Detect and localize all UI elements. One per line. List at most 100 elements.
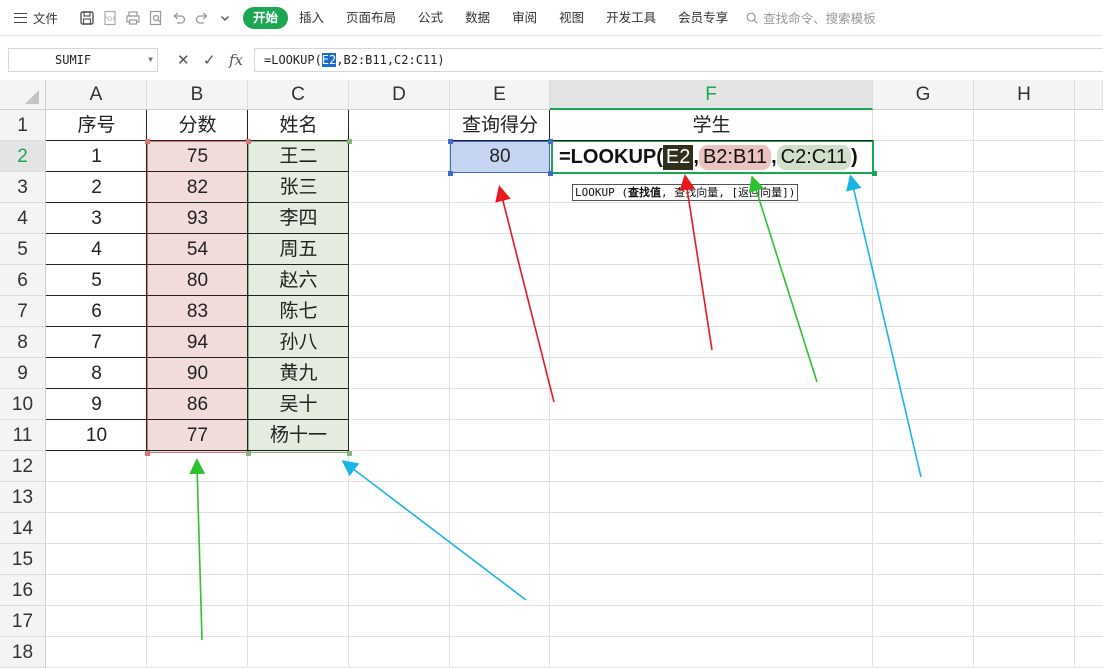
range-handle[interactable] bbox=[145, 451, 150, 456]
header-cell-name[interactable]: 姓名 bbox=[248, 110, 349, 141]
tab-page-layout[interactable]: 页面布局 bbox=[335, 7, 407, 29]
pdf-icon[interactable]: PDF bbox=[101, 9, 118, 26]
name-box[interactable]: SUMIF ▼ bbox=[8, 48, 158, 72]
select-all-corner[interactable] bbox=[0, 80, 46, 110]
command-search[interactable]: 查找命令、搜索模板 bbox=[745, 8, 876, 27]
tab-view[interactable]: 视图 bbox=[548, 7, 595, 29]
row-header-5[interactable]: 5 bbox=[0, 234, 46, 265]
header-cell-student[interactable]: 学生 bbox=[550, 110, 873, 141]
cell-seq[interactable]: 3 bbox=[46, 203, 147, 234]
range-handle[interactable] bbox=[145, 139, 150, 144]
tab-insert[interactable]: 插入 bbox=[288, 7, 335, 29]
cell-name[interactable]: 孙八 bbox=[248, 327, 349, 358]
redo-icon[interactable] bbox=[193, 9, 210, 26]
cell-seq[interactable]: 2 bbox=[46, 172, 147, 203]
cell-name[interactable]: 吴十 bbox=[248, 389, 349, 420]
cell-name[interactable]: 李四 bbox=[248, 203, 349, 234]
range-handle[interactable] bbox=[448, 139, 453, 144]
cell-score[interactable]: 86 bbox=[147, 389, 248, 420]
tab-review[interactable]: 审阅 bbox=[501, 7, 548, 29]
row-header-1[interactable]: 1 bbox=[0, 110, 46, 141]
cell-seq[interactable]: 6 bbox=[46, 296, 147, 327]
cell-seq[interactable]: 1 bbox=[46, 141, 147, 172]
print-preview-icon[interactable] bbox=[147, 9, 164, 26]
header-cell-score[interactable]: 分数 bbox=[147, 110, 248, 141]
column-header-g[interactable]: G bbox=[873, 80, 974, 110]
range-handle[interactable] bbox=[548, 139, 553, 144]
cell-seq[interactable]: 9 bbox=[46, 389, 147, 420]
cell-seq[interactable]: 10 bbox=[46, 420, 147, 451]
cell-score[interactable]: 80 bbox=[147, 265, 248, 296]
file-menu-button[interactable]: 文件 bbox=[14, 8, 66, 27]
column-header-e[interactable]: E bbox=[450, 80, 550, 110]
column-header-b[interactable]: B bbox=[147, 80, 248, 110]
fill-handle[interactable] bbox=[872, 171, 877, 176]
row-header-7[interactable]: 7 bbox=[0, 296, 46, 327]
cell-name[interactable]: 陈七 bbox=[248, 296, 349, 327]
cell-name[interactable]: 赵六 bbox=[248, 265, 349, 296]
cell-score[interactable]: 77 bbox=[147, 420, 248, 451]
row-header-4[interactable]: 4 bbox=[0, 203, 46, 234]
confirm-icon[interactable]: ✓ bbox=[203, 51, 216, 69]
table-border-h bbox=[46, 233, 349, 234]
range-handle[interactable] bbox=[347, 451, 352, 456]
cell-seq[interactable]: 4 bbox=[46, 234, 147, 265]
print-icon[interactable] bbox=[124, 9, 141, 26]
range-handle[interactable] bbox=[347, 139, 352, 144]
cell-score[interactable]: 82 bbox=[147, 172, 248, 203]
row-header-17[interactable]: 17 bbox=[0, 606, 46, 637]
row-header-6[interactable]: 6 bbox=[0, 265, 46, 296]
lookup-value-text[interactable]: 80 bbox=[450, 141, 550, 172]
column-header-c[interactable]: C bbox=[248, 80, 349, 110]
cell-score[interactable]: 94 bbox=[147, 327, 248, 358]
row-header-16[interactable]: 16 bbox=[0, 575, 46, 606]
row-header-14[interactable]: 14 bbox=[0, 513, 46, 544]
name-box-dropdown-icon[interactable]: ▼ bbox=[148, 49, 153, 71]
tab-developer[interactable]: 开发工具 bbox=[595, 7, 667, 29]
cell-name[interactable]: 黄九 bbox=[248, 358, 349, 389]
gridline-horizontal bbox=[46, 574, 1103, 575]
row-header-12[interactable]: 12 bbox=[0, 451, 46, 482]
range-handle[interactable] bbox=[246, 451, 251, 456]
cell-seq[interactable]: 8 bbox=[46, 358, 147, 389]
range-handle[interactable] bbox=[246, 139, 251, 144]
row-header-15[interactable]: 15 bbox=[0, 544, 46, 575]
range-handle[interactable] bbox=[448, 171, 453, 176]
tab-member[interactable]: 会员专享 bbox=[667, 7, 739, 29]
cancel-icon[interactable]: ✕ bbox=[177, 51, 190, 69]
undo-icon[interactable] bbox=[170, 9, 187, 26]
cell-name[interactable]: 杨十一 bbox=[248, 420, 349, 451]
tab-home[interactable]: 开始 bbox=[243, 7, 288, 29]
range-handle[interactable] bbox=[548, 171, 553, 176]
row-header-18[interactable]: 18 bbox=[0, 637, 46, 668]
tab-data[interactable]: 数据 bbox=[454, 7, 501, 29]
chevron-down-icon[interactable] bbox=[216, 9, 233, 26]
row-header-10[interactable]: 10 bbox=[0, 389, 46, 420]
cell-seq[interactable]: 5 bbox=[46, 265, 147, 296]
header-cell-seq[interactable]: 序号 bbox=[46, 110, 147, 141]
cell-score[interactable]: 93 bbox=[147, 203, 248, 234]
save-icon[interactable] bbox=[78, 9, 95, 26]
row-header-13[interactable]: 13 bbox=[0, 482, 46, 513]
row-header-8[interactable]: 8 bbox=[0, 327, 46, 358]
column-header-h[interactable]: H bbox=[974, 80, 1075, 110]
row-header-3[interactable]: 3 bbox=[0, 172, 46, 203]
cell-score[interactable]: 90 bbox=[147, 358, 248, 389]
column-header-d[interactable]: D bbox=[349, 80, 450, 110]
formula-input[interactable]: =LOOKUP(E2,B2:B11,C2:C11) bbox=[254, 48, 1103, 72]
cell-name[interactable]: 周五 bbox=[248, 234, 349, 265]
cell-score[interactable]: 75 bbox=[147, 141, 248, 172]
tab-formulas[interactable]: 公式 bbox=[407, 7, 454, 29]
cell-score[interactable]: 83 bbox=[147, 296, 248, 327]
row-header-9[interactable]: 9 bbox=[0, 358, 46, 389]
cell-seq[interactable]: 7 bbox=[46, 327, 147, 358]
cell-name[interactable]: 王二 bbox=[248, 141, 349, 172]
column-header-a[interactable]: A bbox=[46, 80, 147, 110]
column-header-f[interactable]: F bbox=[550, 80, 873, 110]
cell-score[interactable]: 54 bbox=[147, 234, 248, 265]
cell-name[interactable]: 张三 bbox=[248, 172, 349, 203]
header-cell-query-score[interactable]: 查询得分 bbox=[450, 110, 550, 141]
row-header-11[interactable]: 11 bbox=[0, 420, 46, 451]
row-header-2[interactable]: 2 bbox=[0, 141, 46, 172]
insert-function-icon[interactable]: fx bbox=[229, 51, 243, 69]
